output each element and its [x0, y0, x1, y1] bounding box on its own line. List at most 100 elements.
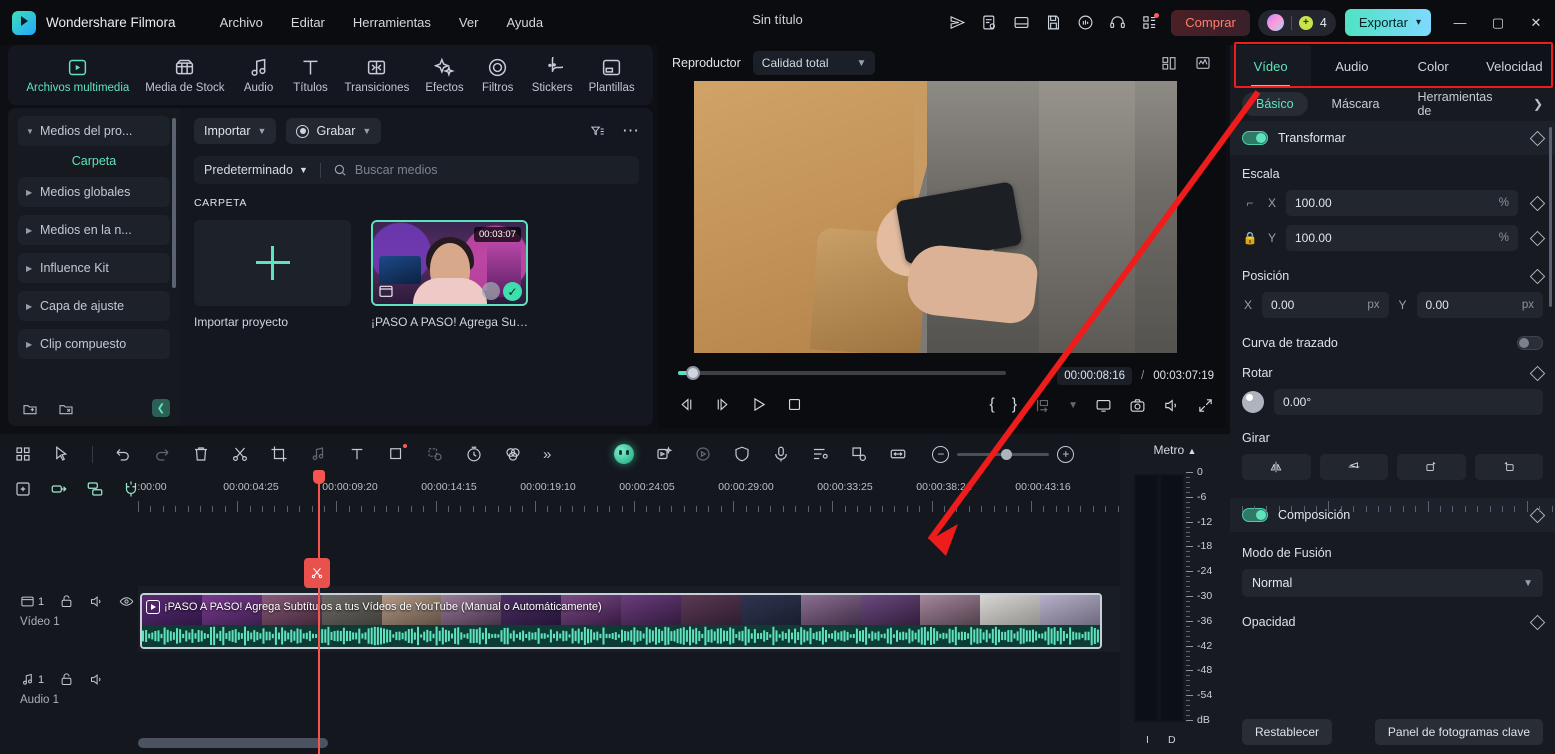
property-scrollbar[interactable]	[1549, 127, 1552, 307]
chevron-right-icon[interactable]: ❯	[1533, 97, 1543, 111]
panel-fotogramas-clave-button[interactable]: Panel de fotogramas clave	[1374, 719, 1543, 745]
menu-item-ayuda[interactable]: Ayuda	[506, 15, 543, 30]
tab-media-de-stock[interactable]: Media de Stock	[137, 56, 232, 94]
buy-button[interactable]: Comprar	[1171, 9, 1250, 36]
headset-icon[interactable]	[1101, 7, 1133, 39]
media-item-video[interactable]: 00:03:07 ✓ ¡PASO A PASO! Agrega Subtí...	[371, 220, 528, 329]
zoom-out-icon[interactable]: −	[932, 445, 950, 463]
project-log-icon[interactable]	[973, 7, 1005, 39]
flip-vertical-icon[interactable]	[1319, 454, 1388, 480]
chevron-down-icon[interactable]: ▼	[1068, 400, 1078, 411]
ai-copilot-icon[interactable]	[614, 444, 635, 464]
playhead-knob[interactable]	[313, 470, 325, 484]
snapshot-icon[interactable]	[1129, 397, 1146, 414]
mute-icon[interactable]	[89, 672, 104, 687]
shape-icon[interactable]	[387, 444, 407, 463]
chevron-right-icon[interactable]: ▶	[26, 188, 40, 197]
player-progress-track[interactable]	[678, 371, 1006, 375]
chevron-down-icon[interactable]: ▼	[258, 126, 267, 136]
media-item-import[interactable]: Importar proyecto	[194, 220, 351, 329]
add-track-icon[interactable]	[14, 480, 32, 498]
record-button[interactable]: Grabar ▼	[286, 118, 382, 144]
tab-color[interactable]: Color	[1393, 45, 1474, 87]
tree-item-influence-kit[interactable]: ▶ Influence Kit	[18, 253, 170, 283]
timeline-hscroll[interactable]	[0, 738, 1120, 750]
export-button[interactable]: Exportar ▾	[1344, 9, 1431, 36]
escala-y-input[interactable]: 100.00 %	[1286, 225, 1518, 251]
cloud-icon[interactable]	[1069, 7, 1101, 39]
tab-transiciones[interactable]: Transiciones	[337, 56, 418, 94]
minimize-icon[interactable]: —	[1441, 0, 1479, 45]
subtab-mascara[interactable]: Máscara	[1318, 92, 1394, 116]
modo-fusion-select[interactable]: Normal ▼	[1242, 569, 1543, 597]
fullscreen-icon[interactable]	[1197, 397, 1214, 414]
tab-video[interactable]: Vídeo	[1230, 45, 1312, 87]
export-frame-icon[interactable]	[1034, 397, 1051, 414]
import-placeholder-box[interactable]	[194, 220, 351, 306]
keyframe-diamond-icon[interactable]	[1529, 507, 1546, 523]
split-marker-icon[interactable]	[304, 558, 330, 588]
more-icon[interactable]: »	[543, 446, 551, 463]
fit-icon[interactable]	[889, 445, 907, 463]
timeline-hscroll-thumb[interactable]	[138, 738, 328, 748]
tree-item-capa-de-ajuste[interactable]: ▶ Capa de ajuste	[18, 291, 170, 321]
menu-item-archivo[interactable]: Archivo	[220, 15, 263, 30]
filter-icon[interactable]	[589, 124, 606, 139]
posicion-y-input[interactable]: 0.00 px	[1416, 292, 1543, 318]
menu-item-ver[interactable]: Ver	[459, 15, 479, 30]
color-match-icon[interactable]	[504, 445, 522, 463]
keyframe-diamond-icon[interactable]	[1529, 230, 1546, 246]
waveform-icon[interactable]	[1194, 55, 1212, 71]
lock-icon[interactable]	[59, 594, 74, 609]
tab-titulos[interactable]: Títulos	[285, 56, 337, 94]
chevron-right-icon[interactable]: ▶	[26, 226, 40, 235]
curva-trazado-toggle[interactable]	[1517, 336, 1543, 350]
rotate-left-icon[interactable]	[1474, 454, 1543, 480]
rotate-dial[interactable]	[1242, 391, 1264, 413]
mute-icon[interactable]	[89, 594, 104, 609]
avatar[interactable]	[1266, 14, 1284, 31]
preview-icon[interactable]	[482, 282, 500, 300]
tree-item-medios-del-proyecto[interactable]: ▼ Medios del pro...	[18, 116, 170, 146]
tab-audio[interactable]: Audio	[1311, 45, 1392, 87]
markers-icon[interactable]	[86, 480, 104, 498]
chevron-down-icon[interactable]: ▼	[857, 58, 867, 69]
composicion-toggle[interactable]	[1242, 508, 1268, 522]
posicion-x-input[interactable]: 0.00 px	[1262, 292, 1389, 318]
chevron-down-icon[interactable]: ▼	[26, 127, 40, 136]
more-options-icon[interactable]: ⋯	[622, 122, 639, 139]
tab-efectos[interactable]: Efectos	[417, 56, 471, 94]
zoom-slider-knob[interactable]	[1001, 448, 1013, 460]
link-icon[interactable]	[50, 480, 68, 498]
play-icon[interactable]	[750, 396, 767, 413]
maximize-icon[interactable]: ▢	[1479, 0, 1517, 45]
restablecer-button[interactable]: Restablecer	[1242, 719, 1333, 745]
media-search-bar[interactable]: Predeterminado ▼	[194, 156, 639, 184]
stop-icon[interactable]	[786, 396, 803, 413]
crop-icon[interactable]	[270, 445, 288, 463]
delete-folder-icon[interactable]	[58, 401, 74, 417]
flip-horizontal-icon[interactable]	[1242, 454, 1311, 480]
search-input[interactable]	[354, 163, 629, 177]
credits-badge[interactable]: + 4	[1257, 9, 1336, 36]
chevron-down-icon[interactable]: ▼	[1523, 578, 1533, 589]
tree-subitem-carpeta[interactable]: Carpeta	[18, 154, 170, 168]
chevron-right-icon[interactable]: ▶	[26, 340, 40, 349]
rotar-input[interactable]: 0.00°	[1274, 389, 1543, 415]
chevron-down-icon[interactable]: ▼	[299, 165, 308, 175]
zoom-in-icon[interactable]: +	[1057, 445, 1075, 463]
quality-select[interactable]: Calidad total ▼	[752, 51, 876, 75]
close-icon[interactable]: ✕	[1517, 0, 1555, 45]
menu-bar[interactable]: Archivo Editar Herramientas Ver Ayuda	[220, 15, 544, 30]
transformar-toggle[interactable]	[1242, 131, 1268, 145]
auto-reframe-icon[interactable]	[850, 445, 868, 463]
keyframe-diamond-icon[interactable]	[1529, 130, 1546, 146]
grid-view-icon[interactable]	[1160, 55, 1178, 71]
microphone-icon[interactable]	[772, 445, 790, 463]
subtab-basico[interactable]: Básico	[1242, 92, 1308, 116]
save-icon[interactable]	[1037, 7, 1069, 39]
chevron-down-icon[interactable]: ▾	[1416, 17, 1421, 28]
chevron-down-icon[interactable]: ▼	[362, 126, 371, 136]
chevron-right-icon[interactable]: ▶	[26, 264, 40, 273]
keyframe-diamond-icon[interactable]	[1529, 614, 1546, 630]
